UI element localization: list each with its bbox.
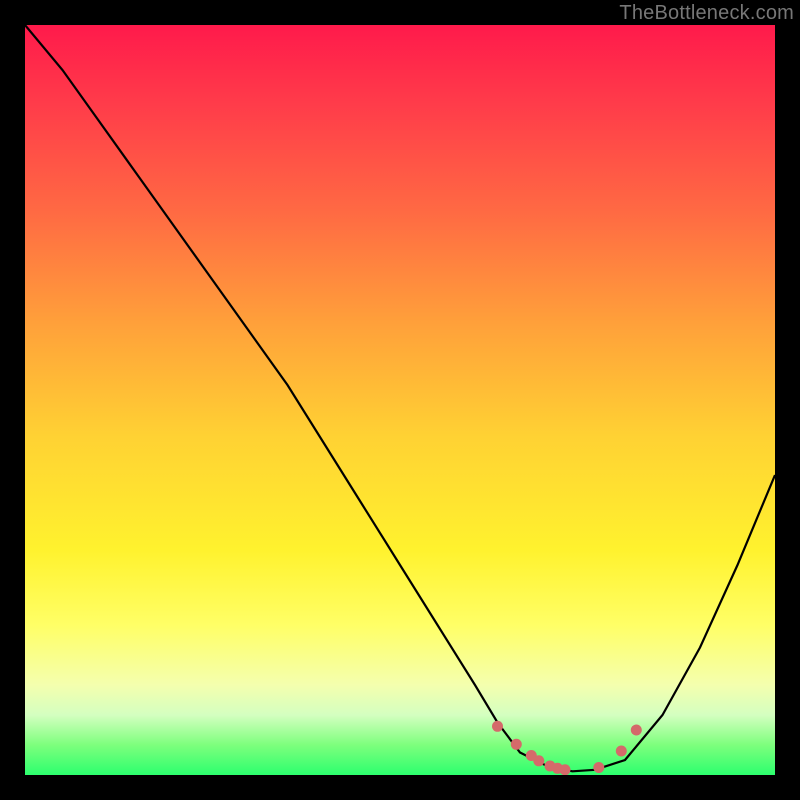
bottleneck-curve: [25, 25, 775, 775]
curve-marker: [511, 739, 522, 750]
curve-marker: [593, 762, 604, 773]
curve-markers: [492, 721, 642, 775]
curve-path: [25, 25, 775, 771]
plot-area: [25, 25, 775, 775]
curve-marker: [560, 764, 571, 775]
curve-marker: [631, 725, 642, 736]
curve-marker: [533, 755, 544, 766]
chart-frame: TheBottleneck.com: [0, 0, 800, 800]
watermark-text: TheBottleneck.com: [619, 2, 794, 25]
curve-marker: [616, 746, 627, 757]
curve-marker: [492, 721, 503, 732]
